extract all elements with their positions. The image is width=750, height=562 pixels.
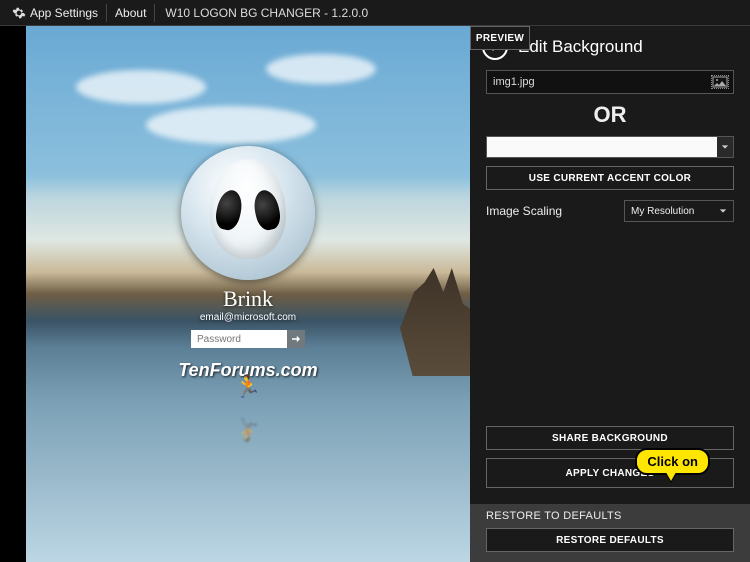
preview-button[interactable]: PREVIEW xyxy=(470,26,530,50)
image-icon xyxy=(712,76,728,88)
app-title: W10 LOGON BG CHANGER - 1.2.0.0 xyxy=(165,6,368,20)
preview-email: email@microsoft.com xyxy=(200,312,296,323)
about-menu[interactable]: About xyxy=(109,3,152,23)
preview-background: Brink email@microsoft.com TenForums.com … xyxy=(26,26,470,562)
chevron-down-icon xyxy=(721,143,729,151)
preview-password-input[interactable] xyxy=(191,330,287,348)
gear-icon xyxy=(12,6,26,20)
runner-silhouette: 🏃 xyxy=(234,374,261,400)
form-area: img1.jpg OR PREVIEW USE CURRENT ACCENT C… xyxy=(470,70,750,222)
menu-separator xyxy=(154,4,155,22)
preview-password-row xyxy=(191,330,305,348)
use-accent-color-button[interactable]: USE CURRENT ACCENT COLOR xyxy=(486,166,734,190)
arrow-right-icon xyxy=(292,335,300,343)
image-scaling-label: Image Scaling xyxy=(486,204,562,218)
preview-username: Brink xyxy=(223,286,273,312)
app-settings-menu[interactable]: App Settings xyxy=(6,3,104,23)
side-panel: Lock Windows Edit Background Edit Backgr… xyxy=(470,0,750,562)
menu-separator xyxy=(106,4,107,22)
login-preview: Brink email@microsoft.com TenForums.com … xyxy=(0,26,470,562)
color-select[interactable] xyxy=(486,136,734,158)
restore-heading: RESTORE TO DEFAULTS xyxy=(486,510,734,522)
share-background-button[interactable]: SHARE BACKGROUND xyxy=(486,426,734,450)
app-settings-label: App Settings xyxy=(30,6,98,20)
browse-image-button[interactable] xyxy=(711,75,729,89)
or-divider: OR xyxy=(486,102,734,128)
restore-defaults-button[interactable]: RESTORE DEFAULTS xyxy=(486,528,734,552)
runner-reflection: 🏃 xyxy=(234,416,261,442)
image-scaling-select[interactable]: My Resolution xyxy=(624,200,734,222)
image-path-value: img1.jpg xyxy=(493,76,535,88)
annotation-callout: Click on xyxy=(635,448,710,475)
image-path-field[interactable]: img1.jpg xyxy=(486,70,734,94)
restore-section: RESTORE TO DEFAULTS RESTORE DEFAULTS xyxy=(470,504,750,562)
about-label: About xyxy=(115,6,146,20)
chevron-down-icon xyxy=(719,207,727,215)
user-avatar xyxy=(181,146,315,280)
main-menubar: App Settings About W10 LOGON BG CHANGER … xyxy=(0,0,750,26)
select-caret xyxy=(717,137,733,157)
panel-title: Edit Background xyxy=(518,37,643,57)
image-scaling-value: My Resolution xyxy=(631,206,694,217)
preview-submit-button[interactable] xyxy=(287,330,305,348)
